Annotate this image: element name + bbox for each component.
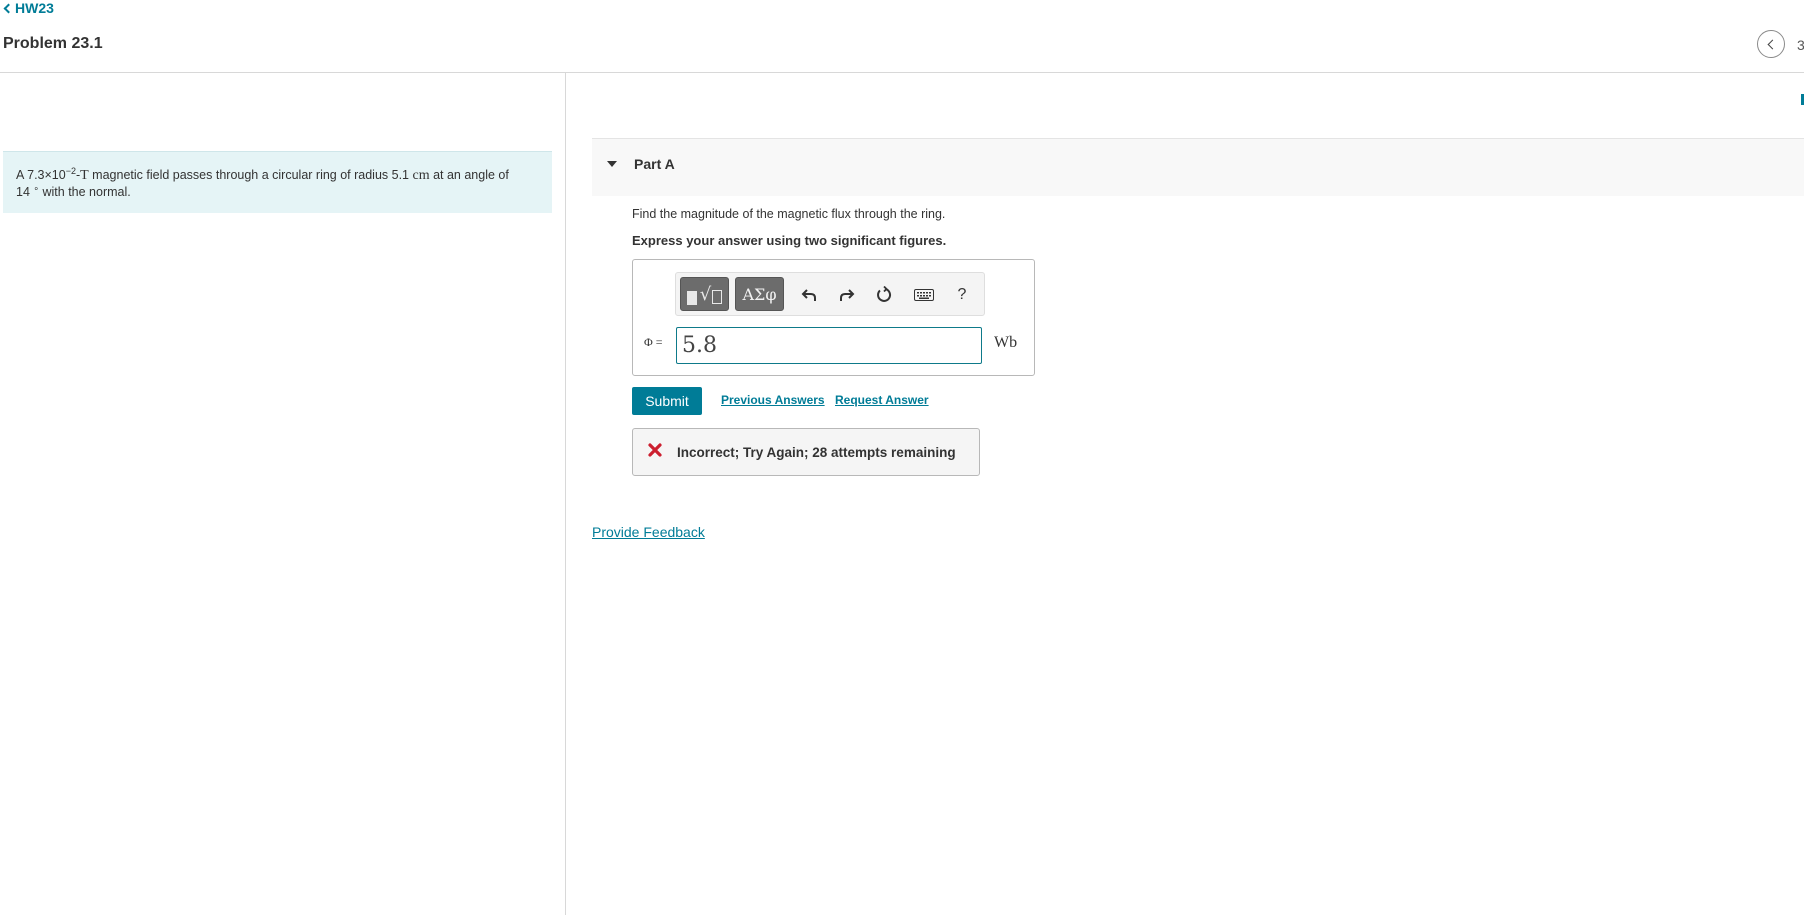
chevron-left-icon xyxy=(3,3,14,13)
exponent: −2 xyxy=(65,166,76,176)
feedback-text: Incorrect; Try Again; 28 attempts remain… xyxy=(677,445,956,460)
collapse-triangle-icon xyxy=(607,161,617,167)
problem-text: A 7.3×10 xyxy=(16,168,66,182)
chevron-left-icon xyxy=(1767,39,1778,49)
problem-text: 14 xyxy=(16,185,34,199)
provide-feedback-link[interactable]: Provide Feedback xyxy=(592,524,705,540)
previous-answers-link[interactable]: Previous Answers xyxy=(721,393,825,407)
problem-text: at an angle of xyxy=(429,168,509,182)
column-divider xyxy=(565,73,566,915)
x-icon xyxy=(648,443,662,457)
problem-nav-count: 3 xyxy=(1797,37,1804,53)
reset-icon[interactable] xyxy=(873,284,895,306)
answer-instruction: Express your answer using two significan… xyxy=(632,233,947,248)
problem-statement: A 7.3×10−2-T magnetic field passes throu… xyxy=(3,151,552,213)
unit-tesla: T xyxy=(80,168,89,183)
keyboard-icon[interactable] xyxy=(913,284,935,306)
greek-symbols-button[interactable]: ΑΣφ xyxy=(735,277,784,311)
help-button[interactable]: ? xyxy=(951,284,973,306)
radical-icon: √ xyxy=(699,283,712,305)
part-label: Part A xyxy=(634,156,675,172)
problem-text: with the normal. xyxy=(39,185,131,199)
templates-icon xyxy=(686,291,697,305)
part-a-header[interactable]: Part A xyxy=(592,138,1804,196)
request-answer-link[interactable]: Request Answer xyxy=(835,393,929,407)
feedback-message-box: Incorrect; Try Again; 28 attempts remain… xyxy=(632,428,980,476)
back-to-hw-link[interactable]: HW23 xyxy=(3,0,54,16)
redo-icon[interactable] xyxy=(836,284,858,306)
previous-problem-button[interactable] xyxy=(1757,30,1785,58)
problem-title: Problem 23.1 xyxy=(3,35,103,52)
unit-cm: cm xyxy=(412,168,430,183)
submit-button[interactable]: Submit xyxy=(632,387,702,415)
undo-icon[interactable] xyxy=(798,284,820,306)
problem-text: magnetic field passes through a circular… xyxy=(88,168,413,182)
templates-button[interactable]: √ xyxy=(680,277,729,311)
header-divider xyxy=(0,72,1804,73)
answer-unit: Wb xyxy=(994,334,1018,351)
answer-input[interactable] xyxy=(676,327,982,364)
box-icon xyxy=(712,290,723,304)
answer-variable-label: Φ = xyxy=(644,335,663,349)
math-toolbar: √ ΑΣφ ? xyxy=(675,272,985,316)
back-link-label: HW23 xyxy=(15,0,54,16)
question-prompt: Find the magnitude of the magnetic flux … xyxy=(632,207,946,221)
